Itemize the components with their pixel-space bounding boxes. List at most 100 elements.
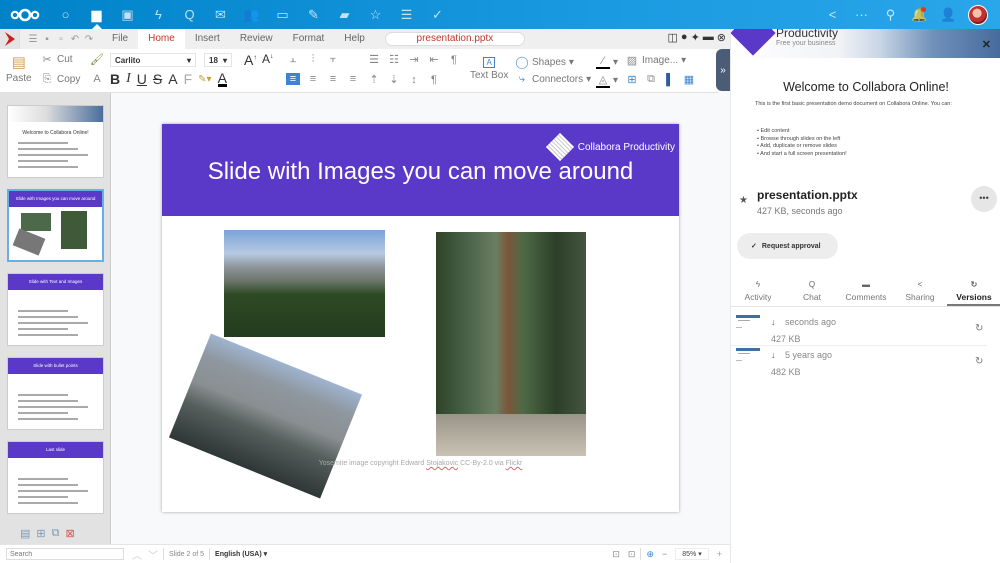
app-activity[interactable]: ϟ (143, 0, 174, 29)
notebookbar-icon[interactable]: ● (681, 31, 688, 44)
menu-file[interactable]: File (102, 29, 138, 49)
align-center-icon[interactable]: ≡ (306, 73, 320, 85)
redo-icon[interactable]: ↷ (82, 34, 96, 45)
duplicate-slide-icon[interactable]: ⧉ (644, 73, 658, 86)
slide[interactable]: Collabora Productivity Slide with Images… (162, 124, 679, 512)
align-left-icon[interactable]: ≡ (286, 73, 300, 85)
slide-layout-icon[interactable]: ▤ (20, 527, 30, 540)
slide-thumbnail[interactable]: Welcome to Collabora Online! (7, 105, 104, 178)
slide-thumbnail[interactable]: Slide with Text and Images (7, 273, 104, 346)
slide-thumbnail[interactable]: Last slide (7, 441, 104, 514)
zoom-out-icon[interactable]: − (662, 549, 667, 559)
connectors-button[interactable]: ⤷ Connectors ▾ (515, 73, 591, 86)
app-deck[interactable]: ▰ (329, 0, 360, 29)
slide-thumbnail[interactable]: Slide with Images you can move around (7, 189, 104, 262)
app-mail[interactable]: ✉ (205, 0, 236, 29)
italic-icon[interactable]: I (126, 71, 131, 87)
app-notes[interactable]: ✎ (298, 0, 329, 29)
clone-formatting-button[interactable]: 🖌 (90, 53, 104, 66)
language-select[interactable]: English (USA) ▾ (215, 550, 267, 558)
outline-icon[interactable]: F (184, 71, 193, 87)
font-color-icon[interactable]: A (217, 71, 227, 87)
align-bottom-icon[interactable]: ⫟ (326, 53, 340, 66)
zoom-in-icon[interactable]: + (717, 549, 722, 559)
sequoia-tree-image[interactable] (436, 232, 586, 456)
half-dome-image[interactable] (168, 333, 363, 499)
file-actions-button[interactable]: ••• (971, 186, 997, 212)
contacts-menu-button[interactable]: 👤 (934, 0, 963, 29)
app-checklist[interactable]: ✓ (422, 0, 453, 29)
mode-icon[interactable]: ✦ (691, 31, 700, 44)
version-item[interactable]: ↓ seconds ago 427 KB ↻ (731, 313, 991, 346)
hamburger-icon[interactable]: ☰ (26, 34, 40, 45)
table-icon[interactable]: ▦ (682, 73, 696, 86)
search-prev-icon[interactable]: ︿ (132, 547, 142, 562)
rtl-paragraph-icon[interactable]: ¶ (427, 74, 441, 86)
tab-comments[interactable]: ▬ Comments (839, 277, 893, 306)
close-sidebar-icon[interactable]: ✕ (982, 38, 991, 51)
highlight-icon[interactable]: ✎▾ (198, 74, 211, 85)
save-as-icon[interactable]: ▫ (54, 34, 68, 45)
expand-sidebar-button[interactable]: » (716, 49, 730, 91)
shrink-font-button[interactable]: A↓ (262, 52, 274, 66)
insert-image-button[interactable]: ▨ Image... ▾ (625, 54, 686, 67)
search-button[interactable]: ⚲ (876, 0, 905, 29)
fit-page-icon[interactable]: ⊡ (628, 549, 636, 560)
yosemite-valley-image[interactable] (224, 230, 385, 337)
search-next-icon[interactable]: ﹀ (148, 547, 158, 562)
align-right-icon[interactable]: ≡ (326, 73, 340, 85)
shadow-icon[interactable]: A (168, 71, 177, 87)
increase-spacing-icon[interactable]: ⇡ (367, 73, 381, 86)
tab-chat[interactable]: Q Chat (785, 277, 839, 306)
close-document-icon[interactable]: ⊗ (717, 31, 726, 44)
app-dashboard[interactable]: ○ (50, 0, 81, 29)
collabora-logo[interactable] (0, 29, 20, 49)
menu-home[interactable]: Home (138, 28, 185, 50)
insert-slide-icon[interactable]: ⊞ (625, 73, 639, 86)
grow-font-button[interactable]: A↑ (244, 52, 257, 68)
decrease-spacing-icon[interactable]: ⇣ (387, 73, 401, 86)
app-calendar[interactable]: ▭ (267, 0, 298, 29)
app-photos[interactable]: ▣ (112, 0, 143, 29)
menu-help[interactable]: Help (334, 29, 375, 49)
share-button[interactable]: < (818, 0, 847, 29)
version-item[interactable]: ↓ 5 years ago 482 KB ↻ (731, 346, 991, 379)
line-color-button[interactable]: ⁄ ▾ (596, 55, 618, 69)
paste-button[interactable]: ▤ Paste (6, 53, 32, 84)
sidebar-toggle-icon[interactable]: ◫ (668, 31, 678, 44)
font-size-select[interactable]: 18 ▾ (204, 53, 232, 67)
document-name-field[interactable]: presentation.pptx (384, 32, 525, 46)
image-caption[interactable]: Yosemite image copyright Edward Stojakov… (162, 460, 679, 467)
fit-width-icon[interactable]: ⊡ (612, 549, 620, 560)
reset-zoom-icon[interactable]: ⊕ (646, 549, 654, 560)
bold-icon[interactable]: B (110, 71, 120, 87)
request-approval-button[interactable]: ✓ Request approval (737, 233, 838, 259)
tab-sharing[interactable]: < Sharing (893, 277, 947, 306)
bullet-list-icon[interactable]: ☰ (367, 53, 381, 66)
more-button[interactable]: ··· (847, 0, 876, 29)
app-files[interactable]: ▆ (81, 0, 112, 29)
app-talk[interactable]: Q (174, 0, 205, 29)
new-slide-icon[interactable]: ⊞ (36, 527, 45, 540)
align-top-icon[interactable]: ⫠ (286, 53, 300, 66)
fullscreen-icon[interactable]: ▬ (703, 31, 714, 44)
menu-review[interactable]: Review (230, 29, 283, 49)
menu-format[interactable]: Format (283, 29, 335, 49)
app-appstore[interactable]: ☆ (360, 0, 391, 29)
paragraph-icon[interactable]: ¶ (447, 54, 461, 66)
notifications-button[interactable]: 🔔 (905, 0, 934, 29)
font-name-select[interactable]: Carlito ▾ (110, 53, 196, 67)
user-menu[interactable] (963, 0, 992, 29)
restore-icon[interactable]: ↻ (975, 323, 983, 334)
nextcloud-logo[interactable] (0, 0, 50, 29)
menu-insert[interactable]: Insert (185, 29, 230, 49)
download-icon[interactable]: ↓ (771, 317, 776, 327)
app-tasks[interactable]: ☰ (391, 0, 422, 29)
slide-thumbnail[interactable]: Slide with bullet points (7, 357, 104, 430)
duplicate-slide-icon[interactable]: ⧉ (52, 527, 60, 540)
delete-slide-icon[interactable]: ⊠ (65, 527, 74, 540)
chart-icon[interactable]: ▌ (663, 74, 677, 86)
restore-icon[interactable]: ↻ (975, 356, 983, 367)
decrease-indent-icon[interactable]: ⇤ (427, 53, 441, 66)
zoom-select[interactable]: 85% ▾ (675, 548, 709, 560)
